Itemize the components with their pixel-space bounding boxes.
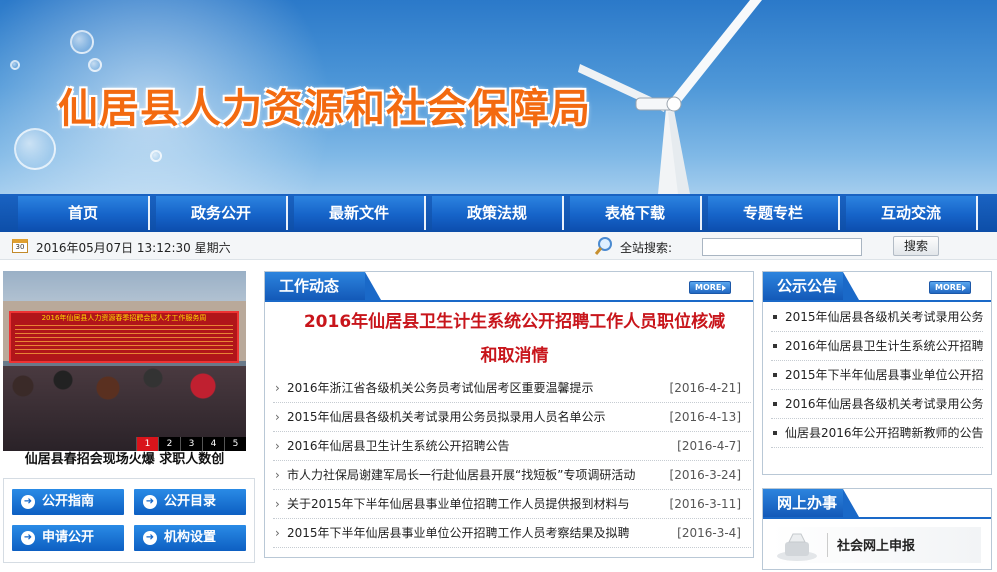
news-date: [2016-3-4] [677, 526, 741, 540]
headline-news[interactable]: 2016年仙居县卫生计生系统公开招聘工作人员职位核减 和取消情 [277, 305, 752, 373]
news-date: [2016-3-11] [669, 497, 741, 511]
panel-divider [763, 300, 991, 302]
list-item[interactable]: 仙居县2016年公开招聘新教师的公告 [771, 419, 983, 448]
service-social-declaration[interactable]: 社会网上申报 [771, 527, 981, 563]
slide-page-4[interactable]: 4 [202, 437, 224, 451]
notice-title: 2016年仙居县卫生计生系统公开招聘 [785, 339, 983, 353]
notice-title: 2016年仙居县各级机关考试录用公务 [785, 397, 983, 411]
list-item[interactable]: 2015年仙居县各级机关考试录用公务 [771, 303, 983, 332]
slide-page-2[interactable]: 2 [158, 437, 180, 451]
news-title: 关于2015年下半年仙居县事业单位招聘工作人员提供报到材料与 [287, 497, 630, 511]
headline-line: 2016年仙居县卫生计生系统公开招聘工作人员职位核减 [303, 312, 726, 332]
news-date: [2016-3-24] [669, 468, 741, 482]
search-input[interactable] [702, 238, 862, 256]
bubble-decoration [70, 30, 94, 54]
quick-link-catalog[interactable]: ➜ 公开目录 [134, 489, 246, 515]
news-title: 2015年仙居县各级机关考试录用公务员拟录用人员名单公示 [287, 410, 606, 424]
notice-title: 2015年下半年仙居县事业单位公开招 [785, 368, 983, 382]
nav-item-policies[interactable]: 政策法规 [432, 196, 564, 230]
quick-link-apply[interactable]: ➜ 申请公开 [12, 525, 124, 551]
bubble-decoration [150, 150, 162, 162]
slideshow-pager: 1 2 3 4 5 [136, 437, 246, 451]
bullet-icon [773, 401, 777, 406]
bullet-icon [773, 430, 777, 435]
bubble-decoration [14, 128, 56, 170]
search-button[interactable]: 搜索 [893, 236, 939, 256]
headline-line: 和取消情 [480, 346, 549, 366]
bullet-icon [773, 343, 777, 348]
quick-link-label: 申请公开 [42, 530, 95, 545]
list-item[interactable]: 关于2015年下半年仙居县事业单位招聘工作人员提供报到材料与 [2016-3-11… [273, 490, 751, 519]
nav-item-home[interactable]: 首页 [18, 196, 150, 230]
list-item[interactable]: 2016年仙居县卫生计生系统公开招聘 [771, 332, 983, 361]
tab-notices[interactable]: 公示公告 [763, 272, 859, 300]
list-item[interactable]: 2016年仙居县卫生计生系统公开招聘公告 [2016-4-7] [273, 432, 751, 461]
arrow-right-icon: ➜ [21, 495, 35, 509]
photo-board: 2016年仙居县人力资源春季招聘会暨人才工作服务周 [9, 311, 239, 363]
online-services-panel: 网上办事 社会网上申报 [762, 488, 992, 570]
bullet-icon [773, 372, 777, 377]
search-icon [594, 237, 612, 255]
notice-title: 2015年仙居县各级机关考试录用公务 [785, 310, 983, 324]
slide-page-5[interactable]: 5 [224, 437, 246, 451]
wind-turbine-icon [578, 0, 762, 194]
quick-link-label: 机构设置 [164, 530, 217, 545]
photo-board-lines [15, 325, 233, 357]
panel-divider [265, 300, 753, 302]
bubble-decoration [88, 58, 102, 72]
main-nav: 首页 政务公开 最新文件 政策法规 表格下载 专题专栏 互动交流 [0, 194, 997, 232]
nav-item-interaction[interactable]: 互动交流 [846, 196, 978, 230]
arrow-right-icon: ➜ [143, 495, 157, 509]
arrow-right-icon: ➜ [21, 531, 35, 545]
list-item[interactable]: 市人力社保局谢建军局长一行赴仙居县开展“找短板”专项调研活动 [2016-3-24… [273, 461, 751, 490]
news-title: 2015年下半年仙居县事业单位公开招聘工作人员考察结果及拟聘 [287, 526, 630, 540]
list-item[interactable]: 2015年下半年仙居县事业单位公开招聘工作人员考察结果及拟聘 [2016-3-4] [273, 519, 751, 548]
service-label: 社会网上申报 [837, 539, 916, 554]
calendar-icon: 30 [12, 239, 28, 253]
quick-link-organization[interactable]: ➜ 机构设置 [134, 525, 246, 551]
current-datetime: 2016年05月07日 13:12:30 星期六 [36, 241, 231, 255]
photo-caption[interactable]: 仙居县春招会现场火爆 求职人数创 [3, 451, 246, 469]
news-title: 2016年仙居县卫生计生系统公开招聘公告 [287, 439, 510, 453]
slide-page-1[interactable]: 1 [136, 437, 158, 451]
work-news-panel: 工作动态 MORE 2016年仙居县卫生计生系统公开招聘工作人员职位核减 和取消… [264, 271, 754, 558]
photo-board-text: 2016年仙居县人力资源春季招聘会暨人才工作服务周 [41, 314, 207, 322]
more-button[interactable]: MORE [689, 281, 731, 294]
tab-online-services[interactable]: 网上办事 [763, 489, 859, 517]
list-item[interactable]: 2016年浙江省各级机关公务员考试仙居考区重要温馨提示 [2016-4-21] [273, 374, 751, 403]
news-title: 2016年浙江省各级机关公务员考试仙居考区重要温馨提示 [287, 381, 594, 395]
news-date: [2016-4-7] [677, 439, 741, 453]
arrow-right-icon: ➜ [143, 531, 157, 545]
bubble-decoration [10, 60, 20, 70]
nav-item-latest-files[interactable]: 最新文件 [294, 196, 426, 230]
quick-link-label: 公开目录 [164, 494, 217, 509]
bullet-icon [773, 314, 777, 319]
list-item[interactable]: 2015年下半年仙居县事业单位公开招 [771, 361, 983, 390]
news-date: [2016-4-13] [669, 410, 741, 424]
nav-item-form-download[interactable]: 表格下载 [570, 196, 702, 230]
list-item[interactable]: 2015年仙居县各级机关考试录用公务员拟录用人员名单公示 [2016-4-13] [273, 403, 751, 432]
search-label: 全站搜索: [620, 241, 673, 255]
more-button[interactable]: MORE [929, 281, 971, 294]
site-title: 仙居县人力资源和社会保障局 [58, 85, 591, 132]
panel-divider [763, 517, 991, 519]
tab-work-news[interactable]: 工作动态 [265, 272, 381, 300]
quick-link-guide[interactable]: ➜ 公开指南 [12, 489, 124, 515]
date-search-bar: 30 2016年05月07日 13:12:30 星期六 全站搜索: 搜索 [0, 232, 997, 260]
notice-title: 仙居县2016年公开招聘新教师的公告 [785, 426, 983, 440]
notice-panel: 公示公告 MORE 2015年仙居县各级机关考试录用公务 2016年仙居县卫生计… [762, 271, 992, 475]
service-separator [827, 533, 828, 557]
photo-slideshow[interactable]: 2016年仙居县人力资源春季招聘会暨人才工作服务周 1 2 3 4 5 [3, 271, 246, 451]
service-icon [777, 533, 817, 561]
slide-page-3[interactable]: 3 [180, 437, 202, 451]
nav-item-special-topics[interactable]: 专题专栏 [708, 196, 840, 230]
news-date: [2016-4-21] [669, 381, 741, 395]
site-banner: 仙居县人力资源和社会保障局 [0, 0, 997, 194]
nav-item-gov-affairs[interactable]: 政务公开 [156, 196, 288, 230]
news-title: 市人力社保局谢建军局长一行赴仙居县开展“找短板”专项调研活动 [287, 468, 636, 482]
list-item[interactable]: 2016年仙居县各级机关考试录用公务 [771, 390, 983, 419]
quick-links-box: ➜ 公开指南 ➜ 公开目录 ➜ 申请公开 ➜ 机构设置 [3, 478, 255, 563]
quick-link-label: 公开指南 [42, 494, 95, 509]
